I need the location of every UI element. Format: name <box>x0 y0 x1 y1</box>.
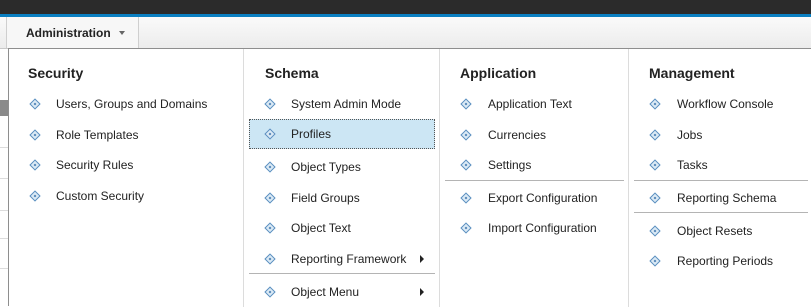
background-divider <box>0 178 8 179</box>
menu-item-label: Custom Security <box>56 189 145 203</box>
diamond-icon <box>649 225 661 237</box>
menu-item-label: Tasks <box>677 158 708 172</box>
menu-item-security-rules[interactable]: Security Rules <box>19 150 233 180</box>
top-bar <box>0 0 811 14</box>
menu-item-label: Security Rules <box>56 158 134 172</box>
menu-item-export-configuration[interactable]: Export Configuration <box>445 183 624 213</box>
menu-item-reporting-framework[interactable]: Reporting Framework <box>249 244 435 274</box>
schema-column: Schema System Admin Mode Profiles Object… <box>243 49 440 307</box>
menu-item-system-admin-mode[interactable]: System Admin Mode <box>249 89 435 119</box>
background-divider <box>0 210 8 211</box>
management-heading: Management <box>649 65 735 81</box>
menu-item-field-groups[interactable]: Field Groups <box>249 183 435 213</box>
menu-item-object-resets[interactable]: Object Resets <box>634 216 808 246</box>
menu-item-label: Role Templates <box>56 128 139 142</box>
application-divider <box>445 180 624 181</box>
menu-item-label: Object Resets <box>677 224 753 238</box>
diamond-icon <box>264 286 276 298</box>
diamond-icon <box>264 222 276 234</box>
menu-item-label: Object Menu <box>291 285 360 299</box>
management-column: Management Workflow Console Jobs Tasks R… <box>628 49 811 307</box>
menu-item-label: Profiles <box>291 127 332 141</box>
menu-item-object-types[interactable]: Object Types <box>249 152 435 182</box>
management-divider <box>634 212 808 213</box>
menu-item-currencies[interactable]: Currencies <box>445 120 624 150</box>
diamond-icon <box>460 129 472 141</box>
menu-item-label: Jobs <box>677 128 703 142</box>
menu-item-label: Reporting Framework <box>291 252 407 266</box>
diamond-icon <box>460 192 472 204</box>
background-divider <box>0 268 8 269</box>
menu-item-label: Object Types <box>291 160 361 174</box>
diamond-icon <box>29 98 41 110</box>
diamond-icon <box>649 98 661 110</box>
menu-item-application-text[interactable]: Application Text <box>445 89 624 119</box>
menu-item-label: Currencies <box>488 128 547 142</box>
menu-item-settings[interactable]: Settings <box>445 150 624 180</box>
menu-item-label: Reporting Schema <box>677 191 777 205</box>
background-divider <box>0 147 8 148</box>
diamond-icon <box>460 222 472 234</box>
diamond-icon <box>29 129 41 141</box>
caret-down-icon <box>119 31 125 35</box>
menu-item-custom-security[interactable]: Custom Security <box>19 181 233 211</box>
menu-item-object-text[interactable]: Object Text <box>249 213 435 243</box>
diamond-icon <box>264 192 276 204</box>
menu-item-tasks[interactable]: Tasks <box>634 150 808 180</box>
menu-item-label: Users, Groups and Domains <box>56 97 208 111</box>
menu-item-reporting-periods[interactable]: Reporting Periods <box>634 246 808 276</box>
menu-item-import-configuration[interactable]: Import Configuration <box>445 213 624 243</box>
menu-item-workflow-console[interactable]: Workflow Console <box>634 89 808 119</box>
diamond-icon <box>649 255 661 267</box>
menu-item-profiles[interactable]: Profiles <box>249 119 435 149</box>
menu-item-label: Workflow Console <box>677 97 774 111</box>
diamond-icon <box>649 192 661 204</box>
schema-heading: Schema <box>265 65 319 81</box>
menu-item-label: System Admin Mode <box>291 97 402 111</box>
diamond-icon <box>460 98 472 110</box>
menu-item-label: Reporting Periods <box>677 254 774 268</box>
management-divider <box>634 180 808 181</box>
background-divider <box>0 238 8 239</box>
arrow-right-icon <box>420 288 424 296</box>
menu-item-label: Import Configuration <box>488 221 597 235</box>
menu-item-jobs[interactable]: Jobs <box>634 120 808 150</box>
security-column: Security Users, Groups and Domains Role … <box>9 49 243 307</box>
background-toolbar-fragment <box>0 100 8 116</box>
diamond-icon <box>29 159 41 171</box>
diamond-icon <box>649 159 661 171</box>
administration-menu-button[interactable]: Administration <box>6 17 139 48</box>
application-column: Application Application Text Currencies … <box>439 49 629 307</box>
menu-item-label: Export Configuration <box>488 191 598 205</box>
menu-item-reporting-schema[interactable]: Reporting Schema <box>634 183 808 213</box>
diamond-icon <box>460 159 472 171</box>
diamond-icon <box>29 190 41 202</box>
administration-dropdown: Security Users, Groups and Domains Role … <box>8 48 811 307</box>
menu-item-users-groups-domains[interactable]: Users, Groups and Domains <box>19 89 233 119</box>
menu-item-label: Object Text <box>291 221 351 235</box>
menu-item-object-menu[interactable]: Object Menu <box>249 277 435 307</box>
diamond-icon <box>649 129 661 141</box>
diamond-icon <box>264 161 276 173</box>
menu-item-label: Settings <box>488 158 532 172</box>
menu-item-role-templates[interactable]: Role Templates <box>19 120 233 150</box>
administration-label: Administration <box>26 26 111 40</box>
menu-bar: Administration <box>0 17 811 49</box>
menu-item-label: Field Groups <box>291 191 360 205</box>
security-heading: Security <box>28 65 84 81</box>
diamond-icon <box>264 253 276 265</box>
diamond-icon <box>264 128 276 140</box>
arrow-right-icon <box>420 255 424 263</box>
menu-item-label: Application Text <box>488 97 572 111</box>
application-heading: Application <box>460 65 537 81</box>
diamond-icon <box>264 98 276 110</box>
schema-divider <box>249 273 435 274</box>
